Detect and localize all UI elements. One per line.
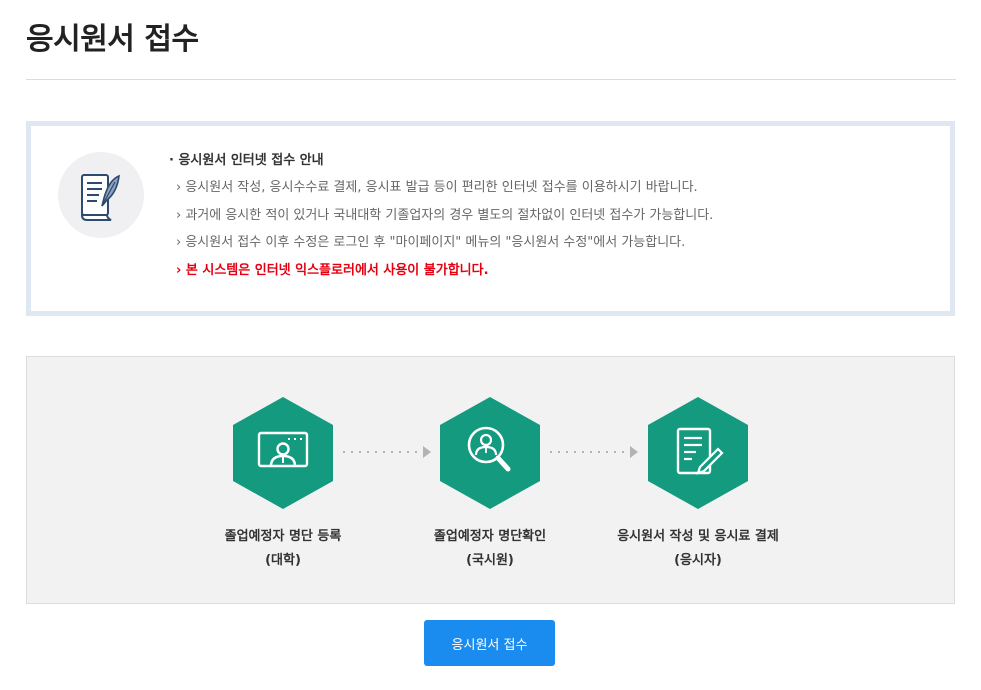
notice-heading: · 응시원서 인터넷 접수 안내 [169, 153, 324, 168]
step-3-subtitle: (응시자) [674, 553, 722, 568]
step-2: 졸업예정자 명단확인 (국시원) [375, 397, 605, 573]
step-2-subtitle: (국시원) [466, 553, 514, 568]
page-title: 응시원서 접수 [26, 22, 199, 57]
step-1-title: 졸업예정자 명단 등록 [224, 529, 342, 544]
step-2-title: 졸업예정자 명단확인 [433, 529, 547, 544]
step-1: 졸업예정자 명단 등록 (대학) [168, 397, 398, 573]
arrow-right-icon [550, 446, 638, 458]
notice-line-1: › 응시원서 작성, 응시수수료 결제, 응시표 발급 등이 편리한 인터넷 접… [176, 180, 698, 195]
step-3-title: 응시원서 작성 및 응시료 결제 [617, 529, 779, 544]
title-divider [26, 79, 956, 80]
notice-line-2: › 과거에 응시한 적이 있거나 국내대학 기졸업자의 경우 별도의 절차없이 … [176, 207, 714, 223]
notice-box: · 응시원서 인터넷 접수 안내 › 응시원서 작성, 응시수수료 결제, 응시… [26, 121, 955, 316]
notice-line-3: › 응시원서 접수 이후 수정은 로그인 후 "마이페이지" 메뉴의 "응시원서… [176, 235, 686, 250]
step-3: 응시원서 작성 및 응시료 결제 (응시자) [583, 397, 813, 573]
scroll-quill-icon [58, 152, 144, 238]
process-steps-panel: 졸업예정자 명단 등록 (대학) 졸업예정자 명단확인 (국시원) 응시원서 작… [26, 356, 955, 604]
arrow-right-icon [343, 446, 431, 458]
browser-warning: › 본 시스템은 인터넷 익스플로러에서 사용이 불가합니다. [176, 262, 489, 278]
step-1-subtitle: (대학) [265, 553, 301, 568]
notice-text: · 응시원서 인터넷 접수 안내 › 응시원서 작성, 응시수수료 결제, 응시… [169, 152, 713, 289]
magnifier-person-icon [440, 397, 540, 509]
monitor-person-icon [233, 397, 333, 509]
document-pen-icon [648, 397, 748, 509]
apply-application-button[interactable]: 응시원서 접수 [424, 620, 555, 666]
